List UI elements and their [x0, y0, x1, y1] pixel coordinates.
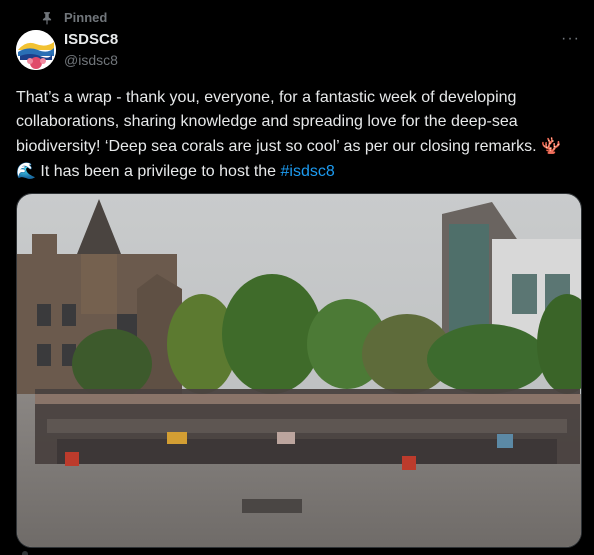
next-item-indicator [22, 551, 28, 555]
pinned-label: Pinned [64, 10, 108, 25]
account-name[interactable]: ISDSC8 [64, 31, 118, 48]
account-handle[interactable]: @isdsc8 [64, 52, 118, 68]
post-photo[interactable] [16, 193, 582, 548]
crowd [35, 389, 580, 470]
pinned-indicator: Pinned [40, 10, 107, 25]
post-text-part2: It has been a privilege to host the [35, 163, 281, 180]
post-text-part1: That’s a wrap - thank you, everyone, for… [16, 89, 541, 155]
more-options-icon[interactable]: ··· [561, 30, 580, 48]
pin-icon [40, 11, 54, 25]
bottom-divider [0, 548, 594, 555]
avatar[interactable] [16, 30, 56, 70]
hashtag-link[interactable]: #isdsc8 [281, 163, 335, 180]
post-text: That’s a wrap - thank you, everyone, for… [16, 86, 576, 184]
